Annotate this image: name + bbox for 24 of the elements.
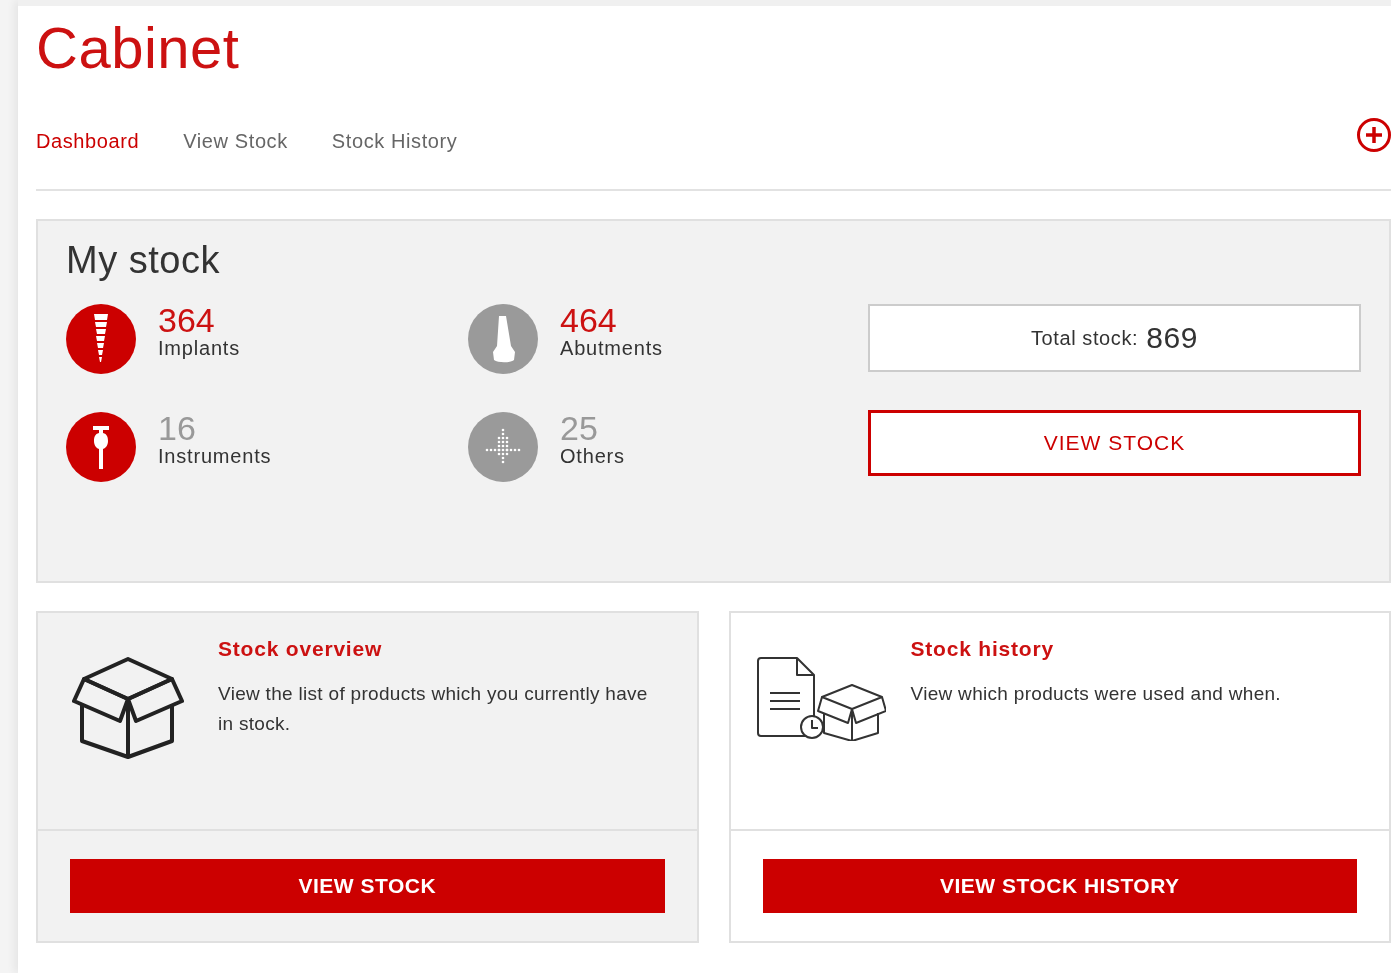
view-stock-button[interactable]: VIEW STOCK — [868, 410, 1361, 476]
stock-count: 364 — [158, 302, 216, 337]
card-description: View which products were used and when. — [910, 682, 1282, 706]
total-stock: Total stock: 869 — [868, 304, 1361, 372]
view-button[interactable]: VIEW STOCK HISTORY — [762, 859, 1357, 913]
card-title: Stock history — [910, 637, 1055, 661]
nav-tab[interactable]: Dashboard — [36, 129, 140, 153]
stock-count: 25 — [560, 410, 599, 445]
add-icon[interactable] — [1356, 117, 1391, 153]
box-icon — [72, 657, 184, 759]
stock-label: Abutments — [560, 336, 663, 360]
page-title: Cabinet — [36, 14, 241, 80]
card-title: Stock overview — [218, 637, 384, 661]
view-button[interactable]: VIEW STOCK — [70, 859, 665, 913]
stock-count: 464 — [560, 302, 618, 337]
stock-label: Instruments — [158, 444, 272, 468]
nav-tab[interactable]: View Stock — [183, 129, 288, 153]
card-description: View the list of products which you currently have in stock. — [218, 682, 649, 736]
panel-title: My stock — [66, 239, 221, 282]
stock-count: 16 — [158, 410, 197, 445]
nav-tab[interactable]: Stock History — [331, 129, 458, 153]
document-and-box-icon — [755, 657, 886, 741]
stock-label: Implants — [158, 336, 240, 360]
stock-label: Others — [560, 444, 625, 468]
